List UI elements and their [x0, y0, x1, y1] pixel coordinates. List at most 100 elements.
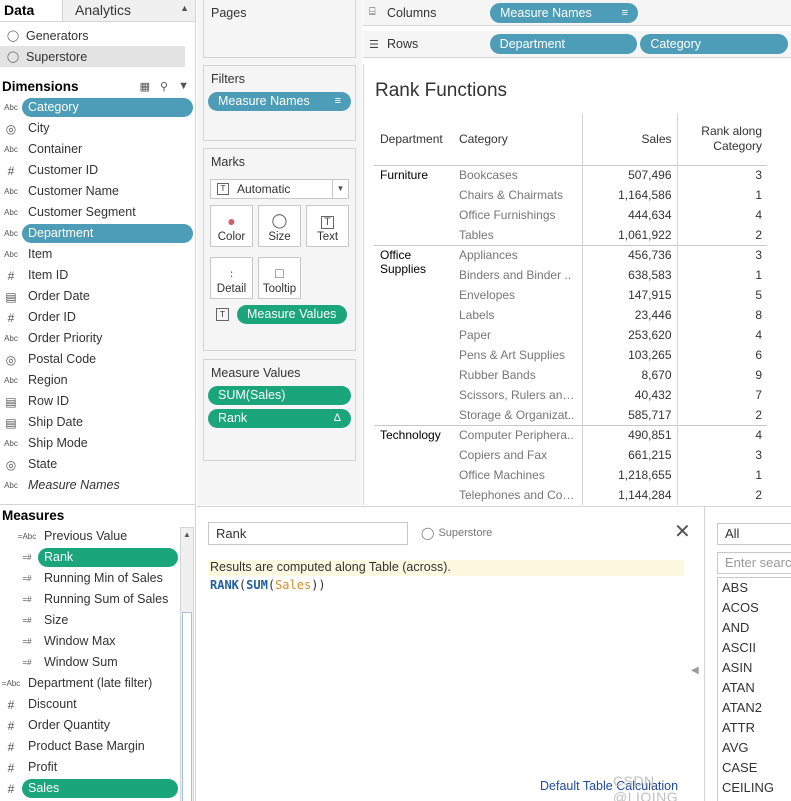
field-state[interactable]: ◎ State — [0, 454, 195, 475]
cell-category[interactable]: Telephones and Com.. — [454, 485, 582, 505]
function-item[interactable]: ASCII — [718, 638, 791, 658]
field-customer-segment[interactable]: Abc Customer Segment — [0, 202, 195, 223]
cell-rank[interactable]: 3 — [677, 445, 767, 465]
function-item[interactable]: ASIN — [718, 658, 791, 678]
field-running-min-of-sales[interactable]: =# Running Min of Sales — [0, 568, 196, 589]
field-profit[interactable]: # Profit — [0, 757, 196, 778]
text-button[interactable]: T Text — [306, 205, 349, 247]
color-button[interactable]: ● Color — [210, 205, 253, 247]
measure-value-pill-rank[interactable]: Rank Δ — [208, 409, 351, 428]
cell-rank[interactable]: 6 — [677, 345, 767, 365]
field-size[interactable]: =# Size — [0, 610, 196, 631]
field-customer-name[interactable]: Abc Customer Name — [0, 181, 195, 202]
field-order-id[interactable]: # Order ID — [0, 307, 195, 328]
field-window-sum[interactable]: =# Window Sum — [0, 652, 196, 673]
cell-department[interactable]: Furniture — [374, 164, 454, 245]
table-row[interactable]: Technology Computer Periphera.. 490,851 4 — [374, 424, 767, 505]
datasource-superstore[interactable]: ◯ Superstore — [0, 46, 185, 67]
cell-category[interactable]: Office Machines — [454, 465, 582, 485]
scroll-up-icon[interactable]: ▲ — [183, 530, 191, 539]
cell-rank[interactable]: 5 — [677, 285, 767, 305]
close-icon[interactable]: ✕ — [674, 522, 691, 542]
cell-rank[interactable]: 4 — [677, 424, 767, 445]
field-category[interactable]: Abc Category — [0, 97, 195, 118]
cell-category[interactable]: Chairs & Chairmats — [454, 185, 582, 205]
header-rank[interactable]: Rank along Category — [677, 113, 767, 165]
cell-category[interactable]: Labels — [454, 305, 582, 325]
field-window-max[interactable]: =# Window Max — [0, 631, 196, 652]
cell-category[interactable]: Pens & Art Supplies — [454, 345, 582, 365]
field-department[interactable]: Abc Department — [0, 223, 195, 244]
cell-sales[interactable]: 444,634 — [581, 205, 678, 225]
cell-category[interactable]: Appliances — [454, 244, 582, 265]
filters-card[interactable]: Filters Measure Names ≡ — [203, 65, 356, 141]
pages-card[interactable]: Pages — [203, 0, 356, 58]
tab-analytics[interactable]: Analytics ▲ — [62, 0, 195, 21]
cell-rank[interactable]: 3 — [677, 164, 767, 185]
cell-rank[interactable]: 1 — [677, 465, 767, 485]
datasource-generators[interactable]: ◯ Generators — [0, 25, 195, 46]
header-sales[interactable]: Sales — [581, 113, 678, 165]
cell-rank[interactable]: 7 — [677, 385, 767, 405]
cell-category[interactable]: Binders and Binder .. — [454, 265, 582, 285]
cell-sales[interactable]: 253,620 — [581, 325, 678, 345]
function-item[interactable]: ABS — [718, 578, 791, 598]
field-discount[interactable]: # Discount — [0, 694, 196, 715]
cell-sales[interactable]: 23,446 — [581, 305, 678, 325]
scroll-thumb[interactable] — [182, 612, 192, 801]
cell-sales[interactable]: 8,670 — [581, 365, 678, 385]
field-running-sum-of-sales[interactable]: =# Running Sum of Sales — [0, 589, 196, 610]
cell-sales[interactable]: 456,736 — [581, 244, 678, 265]
header-category[interactable]: Category — [454, 113, 582, 165]
field-order-date[interactable]: ▤ Order Date — [0, 286, 195, 307]
filter-pill-measure-names[interactable]: Measure Names ≡ — [208, 92, 351, 111]
table-row[interactable]: Furniture Bookcases 507,496 3 — [374, 164, 767, 245]
cell-category[interactable]: Bookcases — [454, 164, 582, 185]
function-item[interactable]: ATAN — [718, 678, 791, 698]
field-rank[interactable]: =# Rank — [0, 547, 196, 568]
cell-sales[interactable]: 1,164,586 — [581, 185, 678, 205]
marks-pill-measure-values[interactable]: Measure Values — [237, 305, 347, 324]
cell-sales[interactable]: 147,915 — [581, 285, 678, 305]
cell-category[interactable]: Paper — [454, 325, 582, 345]
field-postal-code[interactable]: ◎ Postal Code — [0, 349, 195, 370]
collapse-arrow-icon[interactable]: ◀ — [691, 665, 699, 676]
measures-scrollbar[interactable]: ▲ — [180, 527, 194, 801]
cell-rank[interactable]: 2 — [677, 225, 767, 245]
rows-pill-category[interactable]: Category — [640, 34, 788, 54]
cell-sales[interactable]: 661,215 — [581, 445, 678, 465]
cell-rank[interactable]: 3 — [677, 244, 767, 265]
marks-type-dropdown[interactable]: T Automatic ▼ — [210, 179, 349, 199]
field-ship-mode[interactable]: Abc Ship Mode — [0, 433, 195, 454]
cell-rank[interactable]: 2 — [677, 485, 767, 505]
chevron-down-icon[interactable]: ▼ — [178, 80, 189, 93]
size-button[interactable]: ◯ Size — [258, 205, 301, 247]
field-customer-id[interactable]: # Customer ID — [0, 160, 195, 181]
cell-sales[interactable]: 507,496 — [581, 164, 678, 185]
function-item[interactable]: ATAN2 — [718, 698, 791, 718]
function-item[interactable]: AVG — [718, 738, 791, 758]
field-sales[interactable]: # Sales — [0, 778, 196, 799]
field-order-quantity[interactable]: # Order Quantity — [0, 715, 196, 736]
field-department-late-filter[interactable]: =Abc Department (late filter) — [0, 673, 196, 694]
field-measure-names[interactable]: Abc Measure Names — [0, 475, 195, 496]
columns-shelf[interactable]: ⌸ Columns Measure Names ≡ — [363, 0, 791, 26]
cell-department[interactable]: Technology — [374, 424, 454, 505]
field-product-base-margin[interactable]: # Product Base Margin — [0, 736, 196, 757]
cell-sales[interactable]: 1,061,922 — [581, 225, 678, 245]
cell-rank[interactable]: 4 — [677, 205, 767, 225]
cell-department[interactable]: Office Supplies — [374, 244, 454, 425]
table-row[interactable]: Office Supplies Appliances 456,736 3 — [374, 244, 767, 425]
cell-rank[interactable]: 2 — [677, 405, 767, 425]
function-item[interactable]: ATTR — [718, 718, 791, 738]
cell-category[interactable]: Scissors, Rulers and .. — [454, 385, 582, 405]
cell-rank[interactable]: 1 — [677, 265, 767, 285]
function-item[interactable]: CASE — [718, 758, 791, 778]
rows-shelf[interactable]: ☰ Rows Department Category — [363, 31, 791, 58]
cell-category[interactable]: Envelopes — [454, 285, 582, 305]
calc-formula-editor[interactable]: RANK(SUM(Sales)) — [210, 578, 326, 592]
function-category-select[interactable]: All — [717, 523, 791, 545]
field-ship-date[interactable]: ▤ Ship Date — [0, 412, 195, 433]
field-item[interactable]: Abc Item — [0, 244, 195, 265]
field-container[interactable]: Abc Container — [0, 139, 195, 160]
